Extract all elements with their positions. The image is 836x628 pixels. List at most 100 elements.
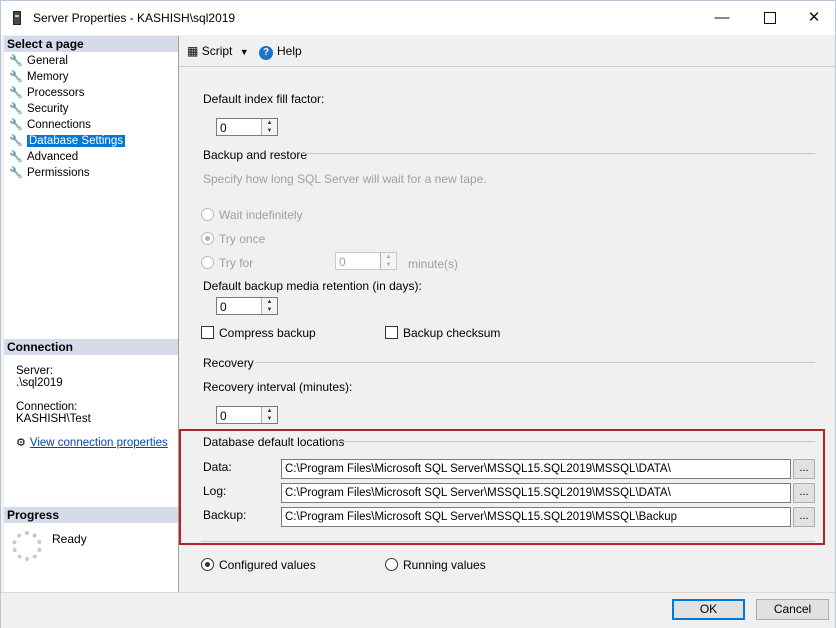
page-label: Security: [27, 103, 69, 115]
tape-hint: Specify how long SQL Server will wait fo…: [203, 172, 487, 186]
page-item-security[interactable]: 🔧 Security: [9, 102, 69, 117]
page-item-permissions[interactable]: 🔧 Permissions: [9, 166, 90, 181]
compress-backup-checkbox[interactable]: [201, 326, 214, 339]
maximize-button[interactable]: [747, 1, 793, 35]
divider: [201, 541, 815, 542]
spin-down-icon[interactable]: ▼: [262, 306, 277, 314]
running-values-radio[interactable]: [385, 558, 398, 571]
maximize-icon: [764, 12, 776, 25]
log-label: Log:: [203, 484, 227, 498]
toolbar: ▦ Script ▼ ? Help: [179, 36, 835, 67]
data-label: Data:: [203, 460, 232, 474]
title-bar: Server Properties - KASHISH\sql2019 — ✕: [1, 1, 835, 35]
fill-factor-label: Default index fill factor:: [203, 92, 325, 106]
fill-factor-spinner[interactable]: 0 ▲ ▼: [216, 118, 278, 136]
backup-path-input[interactable]: C:\Program Files\Microsoft SQL Server\MS…: [281, 507, 791, 527]
wait-indefinitely-label: Wait indefinitely: [219, 208, 303, 222]
data-browse-button[interactable]: ...: [793, 459, 815, 479]
recovery-interval-label: Recovery interval (minutes):: [203, 380, 353, 394]
spinner-value: 0: [220, 121, 227, 135]
configured-values-radio[interactable]: [201, 558, 214, 571]
spin-down-icon[interactable]: ▼: [381, 261, 396, 269]
backup-checksum-label: Backup checksum: [403, 326, 501, 340]
spin-up-icon[interactable]: ▲: [381, 253, 396, 261]
help-label: Help: [277, 44, 302, 58]
wrench-icon: 🔧: [9, 103, 23, 115]
spin-down-icon[interactable]: ▼: [262, 127, 277, 135]
dialog-footer: OK Cancel: [1, 592, 835, 628]
select-page-header: Select a page: [4, 36, 178, 52]
recovery-interval-spinner[interactable]: 0 ▲ ▼: [216, 406, 278, 424]
server-icon: [13, 11, 21, 25]
page-label: Processors: [27, 87, 85, 99]
link-label: View connection properties: [29, 437, 168, 449]
wrench-icon: 🔧: [9, 71, 23, 83]
wrench-icon: 🔧: [9, 135, 23, 147]
script-icon: ▦: [187, 44, 199, 58]
page-label: Database Settings: [27, 135, 125, 147]
left-panel: Select a page 🔧 General 🔧 Memory 🔧 Processo…: [4, 36, 179, 592]
page-item-processors[interactable]: 🔧 Processors: [9, 86, 85, 101]
try-for-label: Try for: [219, 256, 254, 270]
script-button[interactable]: ▦ Script ▼: [187, 44, 249, 58]
spin-up-icon[interactable]: ▲: [262, 298, 277, 306]
connection-header: Connection: [4, 339, 178, 355]
try-for-spinner[interactable]: 0 ▲ ▼: [335, 252, 397, 270]
page-item-connections[interactable]: 🔧 Connections: [9, 118, 91, 133]
help-icon: ?: [259, 46, 273, 60]
configured-values-label: Configured values: [219, 558, 316, 572]
log-browse-button[interactable]: ...: [793, 483, 815, 503]
divider: [302, 153, 815, 154]
ok-button[interactable]: OK: [672, 599, 745, 620]
help-button[interactable]: ? Help: [259, 44, 302, 60]
spin-up-icon[interactable]: ▲: [262, 119, 277, 127]
wait-indefinitely-radio[interactable]: [201, 208, 214, 221]
backup-browse-button[interactable]: ...: [793, 507, 815, 527]
wrench-icon: 🔧: [9, 55, 23, 67]
server-value: .\sql2019: [16, 377, 63, 389]
page-item-general[interactable]: 🔧 General: [9, 54, 68, 69]
progress-status: Ready: [52, 532, 87, 546]
wrench-icon: 🔧: [9, 119, 23, 131]
wrench-icon: 🔧: [9, 151, 23, 163]
wrench-icon: 🔧: [9, 167, 23, 179]
page-item-advanced[interactable]: 🔧 Advanced: [9, 150, 78, 165]
view-connection-properties-link[interactable]: ⚙ View connection properties: [16, 436, 168, 449]
connection-properties-icon: ⚙: [16, 437, 26, 449]
spinner-value: 0: [339, 255, 346, 269]
progress-spinner-icon: [12, 531, 42, 561]
divider: [337, 441, 815, 442]
locations-header: Database default locations: [203, 435, 345, 449]
compress-backup-label: Compress backup: [219, 326, 316, 340]
recovery-header: Recovery: [203, 356, 254, 370]
page-label: Advanced: [27, 151, 79, 163]
settings-panel: Default index fill factor: 0 ▲ ▼ Backup a…: [179, 67, 835, 591]
page-label: General: [27, 55, 68, 67]
cancel-button[interactable]: Cancel: [756, 599, 829, 620]
page-label: Permissions: [27, 167, 90, 179]
page-label: Connections: [27, 119, 91, 131]
wrench-icon: 🔧: [9, 87, 23, 99]
backup-checksum-checkbox[interactable]: [385, 326, 398, 339]
page-item-memory[interactable]: 🔧 Memory: [9, 70, 69, 85]
log-path-input[interactable]: C:\Program Files\Microsoft SQL Server\MS…: [281, 483, 791, 503]
page-item-database-settings[interactable]: 🔧 Database Settings: [9, 134, 125, 149]
try-once-label: Try once: [219, 232, 266, 246]
retention-label: Default backup media retention (in days)…: [203, 279, 422, 293]
spin-up-icon[interactable]: ▲: [262, 407, 277, 415]
connection-value: KASHISH\Test: [16, 413, 91, 425]
minutes-unit: minute(s): [408, 257, 459, 271]
page-label: Memory: [27, 71, 69, 83]
close-button[interactable]: ✕: [791, 1, 836, 35]
minimize-button[interactable]: —: [699, 1, 745, 35]
spin-down-icon[interactable]: ▼: [262, 415, 277, 423]
running-values-label: Running values: [403, 558, 486, 572]
divider: [255, 362, 815, 363]
try-once-radio[interactable]: [201, 232, 214, 245]
progress-header: Progress: [4, 507, 178, 523]
data-path-input[interactable]: C:\Program Files\Microsoft SQL Server\MS…: [281, 459, 791, 479]
retention-spinner[interactable]: 0 ▲ ▼: [216, 297, 278, 315]
spinner-value: 0: [220, 409, 227, 423]
window-title: Server Properties - KASHISH\sql2019: [33, 11, 236, 25]
try-for-radio[interactable]: [201, 256, 214, 269]
